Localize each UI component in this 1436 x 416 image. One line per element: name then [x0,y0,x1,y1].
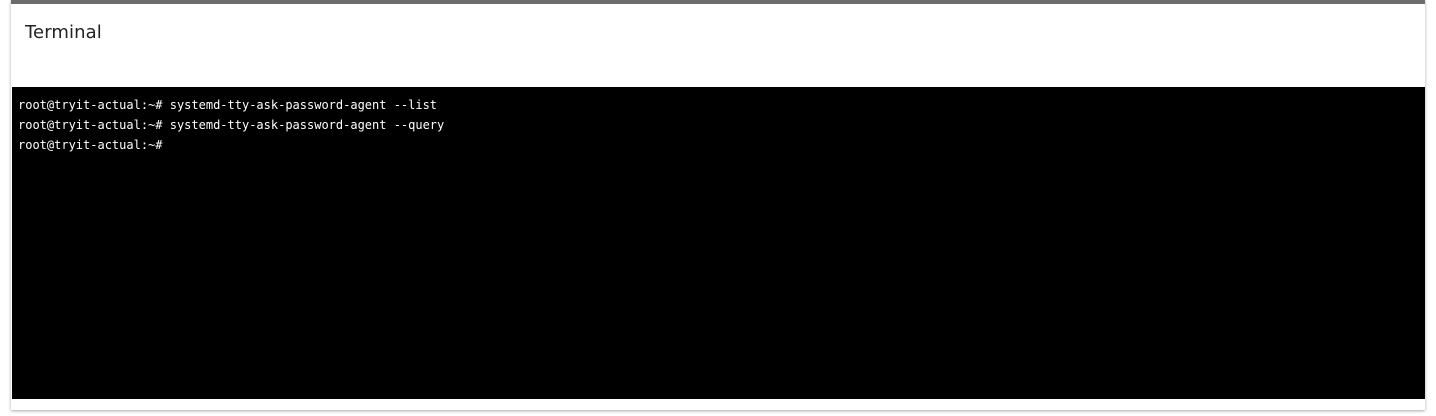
panel-header: Terminal [11,4,1425,87]
terminal-cursor [163,137,170,151]
terminal-screen[interactable]: root@tryit-actual:~# systemd-tty-ask-pas… [12,87,1425,399]
terminal-prompt: root@tryit-actual:~# [18,118,163,132]
terminal-prompt: root@tryit-actual:~# [18,138,163,152]
panel-title: Terminal [25,22,102,43]
terminal-panel: Terminal root@tryit-actual:~# systemd-tt… [11,0,1425,410]
terminal-line: root@tryit-actual:~# systemd-tty-ask-pas… [18,115,1419,135]
terminal-prompt: root@tryit-actual:~# [18,98,163,112]
terminal-command: systemd-tty-ask-password-agent --query [162,118,445,132]
terminal-command: systemd-tty-ask-password-agent --list [162,98,438,112]
terminal-line: root@tryit-actual:~# systemd-tty-ask-pas… [18,95,1419,115]
terminal-line: root@tryit-actual:~# [18,135,1419,155]
